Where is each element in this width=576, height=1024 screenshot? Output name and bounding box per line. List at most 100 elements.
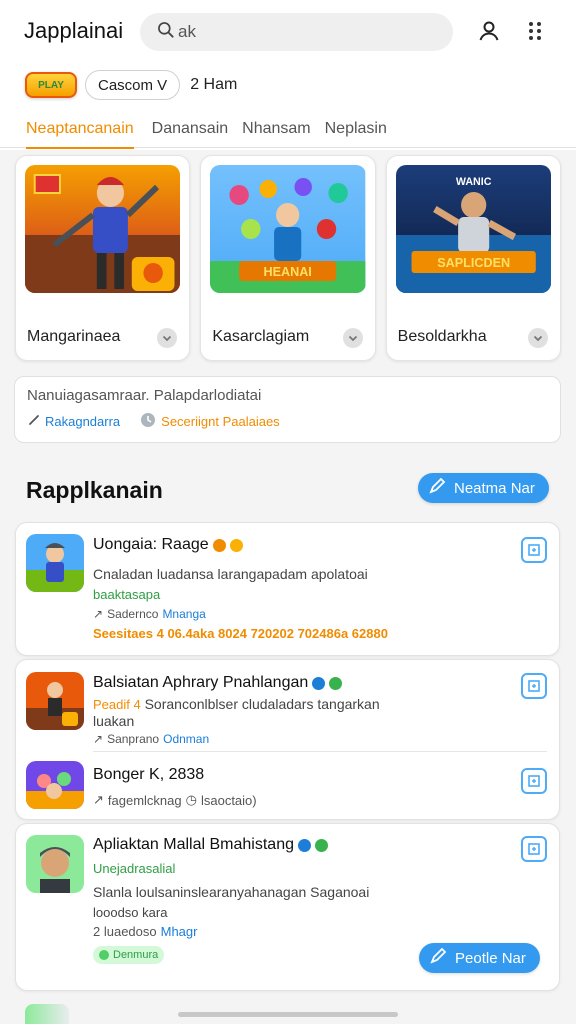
- app-tagline: Unejadrasalial: [93, 861, 176, 876]
- home-indicator[interactable]: [178, 1012, 398, 1017]
- app-title: Japplainai: [24, 18, 124, 43]
- info-link[interactable]: Rakagndarra: [27, 413, 120, 430]
- featured-name: Kasarclagiam: [212, 328, 310, 345]
- account-icon[interactable]: [474, 16, 504, 46]
- install-icon[interactable]: [521, 537, 547, 563]
- link-icon: ↗: [93, 732, 104, 746]
- app-icon: [26, 835, 84, 893]
- search-input[interactable]: [178, 22, 428, 42]
- app-name-text: Balsiatan Aphrary Pnahlangan: [93, 674, 309, 691]
- chevron-down-icon[interactable]: [157, 328, 178, 348]
- install-icon[interactable]: [521, 768, 547, 794]
- top-app-bar: Japplainai PLAY Cascom V 2 Ham Neaptanca…: [0, 0, 576, 150]
- app-meta-text: Sanprano: [107, 732, 160, 746]
- clock-icon: ◷: [185, 792, 197, 807]
- link-icon: ↗: [93, 607, 104, 621]
- emoji-icon: [229, 538, 243, 552]
- app-stats: Seesitaes 4 06.4aka 8024 720202 702486a …: [93, 626, 388, 641]
- info-text: Nanuiagasamraar. Palapdarlodiatai: [27, 387, 262, 404]
- app-meta-text: 2 luaedoso: [93, 924, 157, 939]
- app-meta-link[interactable]: Mnanga: [162, 607, 205, 621]
- app-meta-text: fagemlcknag: [107, 792, 182, 808]
- app-action-label: Peotle Nar: [455, 949, 526, 967]
- search-icon: [156, 20, 176, 45]
- install-icon[interactable]: [521, 836, 547, 862]
- app-meta-text: Sadernco: [107, 607, 159, 621]
- featured-name: Besoldarkha: [397, 328, 487, 345]
- install-icon[interactable]: [521, 673, 547, 699]
- app-icon: [26, 761, 84, 809]
- link-icon: ↗: [93, 792, 104, 807]
- app-name: Bonger K, 2838: [93, 766, 205, 783]
- featured-card[interactable]: Mangarinaea: [15, 155, 191, 361]
- app-name: Uongaia: Raage: [93, 536, 243, 554]
- app-description: Cnaladan luadansa larangapadam apolatoai: [93, 566, 368, 582]
- app-tagline: baaktasapa: [93, 587, 161, 602]
- tab-2[interactable]: Nhansam: [242, 116, 310, 147]
- app-icon: [26, 534, 84, 592]
- featured-art-top-text: WANIC: [456, 176, 492, 188]
- section-action-button[interactable]: Neatma Nar: [418, 473, 549, 503]
- category-dropdown[interactable]: Cascom V: [85, 70, 181, 100]
- info-link-label: Rakagndarra: [45, 414, 121, 429]
- app-card[interactable]: Balsiatan Aphrary Pnahlangan Peadif 4 So…: [15, 659, 560, 820]
- filter-row: PLAY Cascom V 2 Ham: [25, 70, 237, 100]
- app-icon: [26, 672, 84, 730]
- app-name-text: Uongaia: Raage: [93, 536, 209, 553]
- search-bar[interactable]: [140, 13, 453, 51]
- info-secondary-link[interactable]: Seceriignt Paalaiaes: [140, 412, 280, 431]
- pencil-icon: [429, 947, 447, 969]
- check-icon: [315, 838, 328, 852]
- tab-3[interactable]: Neplasin: [325, 116, 387, 147]
- featured-artwork: WANIC SAPLICDEN: [395, 165, 551, 293]
- section-title: Rapplkanain: [26, 477, 163, 503]
- filter-text[interactable]: 2 Ham: [190, 76, 237, 94]
- divider: [93, 751, 547, 752]
- app-highlight: Peadif 4: [93, 697, 141, 712]
- chevron-down-icon[interactable]: [527, 328, 548, 348]
- verified-icon: [312, 676, 326, 690]
- link-icon: [27, 413, 41, 430]
- app-meta-link[interactable]: Mhagr: [161, 924, 198, 939]
- status-badge-label: Denmura: [113, 949, 159, 961]
- featured-card[interactable]: WANIC SAPLICDEN Besoldarkha: [385, 155, 561, 361]
- app-description-text: Soranconlblser cludaladars tangarkan: [144, 696, 380, 712]
- category-dropdown-label: Cascom V: [98, 76, 168, 94]
- tab-1[interactable]: Danansain: [152, 116, 229, 147]
- more-menu-icon[interactable]: [520, 16, 550, 46]
- pencil-icon: [428, 477, 446, 499]
- app-name: Balsiatan Aphrary Pnahlangan: [93, 674, 343, 692]
- featured-name: Mangarinaea: [27, 328, 121, 345]
- clock-icon: [140, 412, 156, 431]
- app-action-button[interactable]: Peotle Nar: [419, 943, 540, 973]
- app-description: Slanla loulsaninslearanyahanagan Saganoa…: [93, 884, 370, 900]
- tab-0[interactable]: Neaptancanain: [26, 116, 134, 149]
- check-icon: [329, 676, 343, 690]
- section-action-label: Neatma Nar: [454, 479, 535, 497]
- app-card[interactable]: Uongaia: Raage Cnaladan luadansa laranga…: [15, 522, 560, 656]
- featured-art-text: SAPLICDEN: [437, 255, 510, 270]
- next-app-icon: [25, 1004, 69, 1024]
- tab-bar: Neaptancanain Danansain Nhansam Neplasin: [0, 116, 576, 149]
- featured-art-text: HEANAI: [264, 264, 312, 279]
- app-name-text: Apliaktan Mallal Bmahistang: [93, 836, 294, 853]
- status-dot-icon: [99, 950, 109, 960]
- info-box: Nanuiagasamraar. Palapdarlodiatai Rakagn…: [14, 376, 561, 443]
- app-meta: 2 luaedoso Mhagr: [93, 924, 197, 939]
- status-badge: Denmura: [93, 946, 165, 964]
- app-meta: ↗ fagemlcknag ◷ lsaoctaio): [93, 792, 257, 808]
- app-description: Peadif 4 Soranconlblser cludaladars tang…: [93, 696, 380, 712]
- app-meta: ↗ Sanprano Odnman: [93, 732, 209, 746]
- info-secondary-label: Seceriignt Paalaiaes: [161, 414, 280, 429]
- app-name: Apliaktan Mallal Bmahistang: [93, 836, 328, 854]
- play-badge[interactable]: PLAY: [25, 72, 77, 98]
- featured-carousel: Mangarinaea HEANAI Kasarclagiam WANIC SA…: [15, 155, 561, 361]
- featured-artwork: HEANAI: [210, 165, 366, 293]
- app-meta-extra: lsaoctaio): [200, 792, 257, 808]
- app-meta-link[interactable]: Odnman: [163, 732, 209, 746]
- app-description-2: luakan: [93, 713, 135, 729]
- chevron-down-icon[interactable]: [342, 328, 363, 348]
- featured-card[interactable]: HEANAI Kasarclagiam: [200, 155, 376, 361]
- app-description-2: looodso kara: [93, 905, 168, 920]
- app-meta: ↗ Sadernco Mnanga: [93, 607, 206, 621]
